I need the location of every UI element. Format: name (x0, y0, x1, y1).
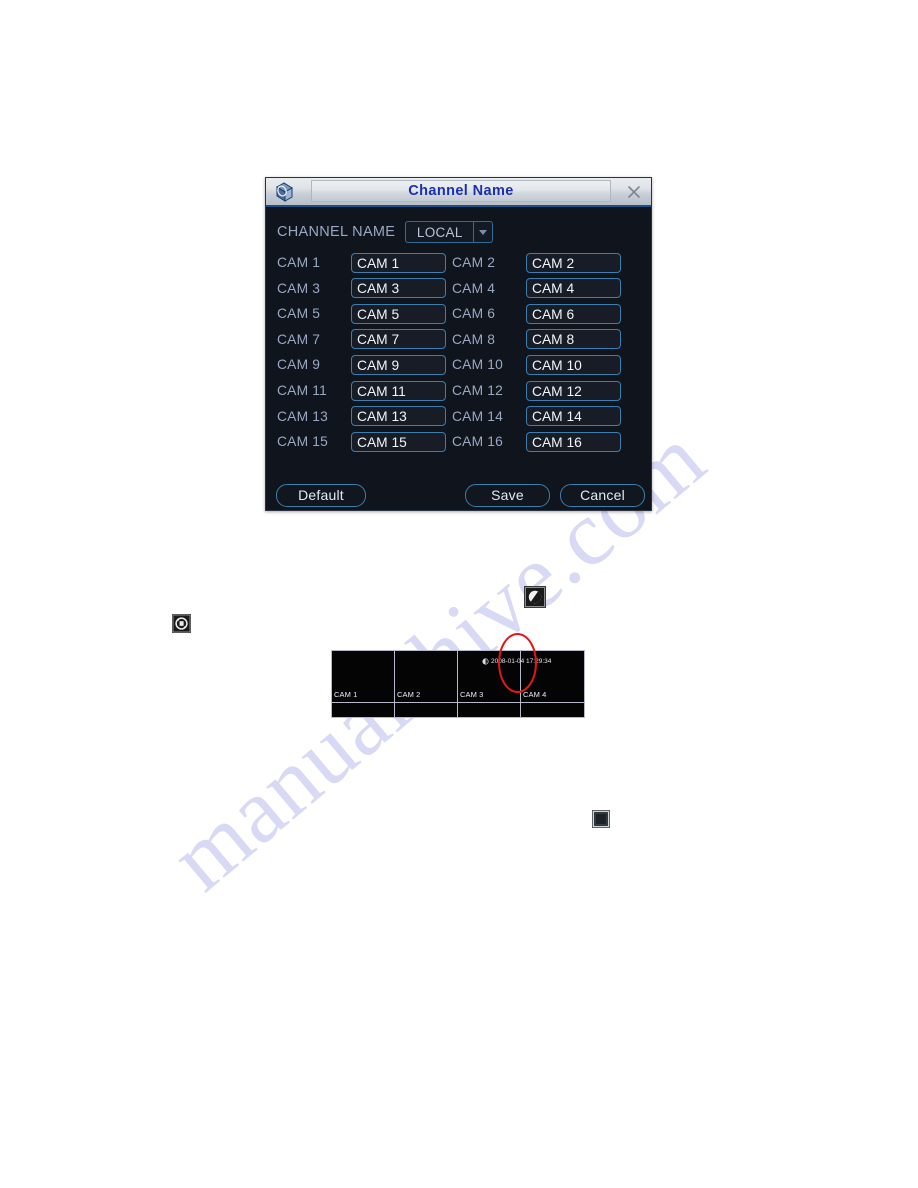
rotate-icon-large[interactable] (524, 586, 546, 608)
channel-label: CAM 5 (277, 306, 321, 322)
channel-name-dialog: Channel Name CHANNEL NAME LOCAL CAM 1 CAM… (265, 177, 652, 511)
dialog-body: CHANNEL NAME LOCAL CAM 1 CAM 1 CAM 2 CAM 2C… (266, 207, 651, 510)
channel-label: CAM 11 (277, 382, 328, 398)
channel-name-input[interactable]: CAM 2 (526, 252, 621, 273)
channel-label: CAM 13 (277, 408, 329, 424)
page-title: Channel Name (408, 182, 514, 199)
channel-name-input[interactable]: CAM 12 (526, 380, 621, 401)
channel-name-input[interactable]: CAM 1 (351, 252, 446, 273)
video-cell-label: CAM 4 (523, 690, 547, 699)
channel-label: CAM 1 (277, 255, 321, 270)
close-icon[interactable] (617, 178, 651, 205)
cube-logo-icon (269, 179, 299, 205)
channel-name-input[interactable]: CAM 9 (351, 354, 446, 375)
channel-name-input[interactable]: CAM 13 (351, 406, 446, 427)
source-select-value: LOCAL (416, 224, 463, 240)
video-cell-label: CAM 2 (397, 690, 421, 699)
cancel-button[interactable]: Cancel (560, 484, 645, 507)
channel-name-input[interactable]: CAM 7 (351, 329, 446, 350)
channel-name-input[interactable]: CAM 16 (526, 431, 621, 452)
channel-name-input[interactable]: CAM 14 (526, 406, 621, 427)
channel-name-input[interactable]: CAM 11 (351, 380, 446, 401)
channel-name-input[interactable]: CAM 10 (526, 354, 621, 375)
channel-name-input[interactable]: CAM 3 (351, 278, 446, 299)
source-select[interactable]: LOCAL (405, 221, 494, 243)
chevron-down-icon (473, 222, 492, 242)
video-timestamp: 2008-01-04 17:29:34 (482, 656, 551, 666)
channel-label: CAM 4 (452, 280, 496, 296)
video-timestamp-text: 2008-01-04 17:29:34 (491, 657, 552, 665)
grid-divider (394, 651, 395, 717)
window-icon[interactable] (592, 810, 610, 828)
dialog-titlebar: Channel Name (266, 178, 651, 207)
save-button[interactable]: Save (465, 484, 550, 507)
record-clock-icon (482, 657, 489, 665)
channel-label: CAM 9 (277, 357, 321, 373)
channel-name-label: CHANNEL NAME (277, 224, 396, 240)
channel-label: CAM 16 (452, 434, 504, 450)
channel-grid: CAM 1 CAM 1 CAM 2 CAM 2 CAM 3 CAM 3 CAM 4 CAM 4… (277, 250, 641, 455)
channel-label: CAM 10 (452, 357, 504, 373)
channel-label: CAM 2 (452, 255, 496, 270)
dialog-title-plate: Channel Name (311, 180, 611, 202)
channel-name-input[interactable]: CAM 15 (351, 431, 446, 452)
dialog-button-row: Default Save Cancel (276, 484, 645, 508)
rotate-icon-small[interactable] (172, 614, 191, 633)
channel-name-input[interactable]: CAM 8 (526, 329, 621, 350)
video-cell-label: CAM 1 (334, 690, 358, 699)
channel-label: CAM 3 (277, 280, 321, 296)
channel-label: CAM 8 (452, 331, 496, 347)
channel-label: CAM 6 (452, 306, 496, 322)
video-cell-label: CAM 3 (460, 690, 484, 699)
channel-name-input[interactable]: CAM 6 (526, 303, 621, 324)
channel-name-input[interactable]: CAM 4 (526, 278, 621, 299)
video-preview-grid[interactable]: CAM 1 CAM 2 CAM 3 CAM 4 2008-01-04 17:29… (331, 650, 585, 718)
channel-name-source-row: CHANNEL NAME LOCAL (277, 220, 641, 244)
channel-label: CAM 15 (277, 434, 329, 450)
channel-label: CAM 14 (452, 408, 504, 424)
channel-label: CAM 12 (452, 382, 504, 398)
channel-label: CAM 7 (277, 331, 321, 347)
default-button[interactable]: Default (276, 484, 366, 507)
grid-divider (332, 702, 584, 703)
channel-name-input[interactable]: CAM 5 (351, 303, 446, 324)
grid-divider (457, 651, 458, 717)
